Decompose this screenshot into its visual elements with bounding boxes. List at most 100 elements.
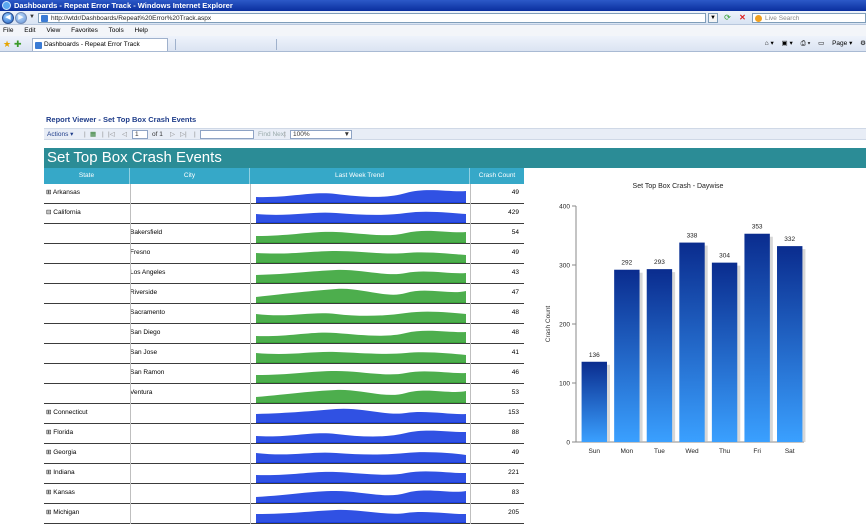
header-crash-count[interactable]: Crash Count <box>470 168 524 184</box>
last-page-icon[interactable]: ▷| <box>180 129 187 140</box>
print-icon[interactable]: ⎙ ▾ <box>801 40 811 47</box>
state-cell[interactable]: ⊟ California <box>46 204 81 222</box>
table-row: Sacramento 48 <box>44 304 524 324</box>
crash-count-cell: 48 <box>511 329 519 336</box>
menu-help[interactable]: Help <box>135 27 148 34</box>
state-cell[interactable]: ⊞ Indiana <box>46 464 75 482</box>
table-row: ⊞ Michigan 205 <box>44 504 524 524</box>
url-input[interactable]: http://wtdr/Dashboards/Repeat%20Error%20… <box>38 13 706 23</box>
find-input[interactable] <box>200 130 254 139</box>
forward-button[interactable]: ▶ <box>15 12 27 24</box>
tools-menu-icon[interactable]: ⚙ <box>860 40 866 47</box>
menu-favorites[interactable]: Favorites <box>71 27 98 34</box>
sparkline-trend <box>256 190 466 203</box>
zoom-value: 100% <box>293 131 310 138</box>
state-cell[interactable]: ⊞ Connecticut <box>46 404 88 422</box>
favorites-star-icon[interactable]: ★ <box>3 39 11 49</box>
crash-count-cell: 48 <box>511 309 519 316</box>
menu-edit[interactable]: Edit <box>24 27 35 34</box>
menu-view[interactable]: View <box>46 27 60 34</box>
bar-wed <box>679 242 705 442</box>
state-cell[interactable]: ⊞ Michigan <box>46 504 79 522</box>
back-button[interactable]: ◀ <box>2 12 14 24</box>
table-row: ⊞ Indiana 221 <box>44 464 524 484</box>
table-row: Ventura 53 <box>44 384 524 404</box>
state-cell[interactable]: ⊞ Georgia <box>46 444 76 462</box>
table-row: Riverside 47 <box>44 284 524 304</box>
sparkline-area <box>256 330 466 343</box>
page-number-input[interactable]: 1 <box>132 130 148 139</box>
sparkline-area <box>256 430 466 443</box>
prev-page-icon[interactable]: ◁ <box>122 129 127 140</box>
header-state[interactable]: State <box>44 168 130 184</box>
address-bar: ◀ ▶ ▼ http://wtdr/Dashboards/Repeat%20Er… <box>0 11 866 25</box>
toolbar-divider: | <box>84 131 86 138</box>
crash-count-cell: 49 <box>511 249 519 256</box>
page-menu[interactable]: ▭ Page ▾ <box>818 40 852 47</box>
feeds-icon[interactable]: ▣ ▾ <box>782 40 793 47</box>
refresh-icon[interactable]: ⟳ <box>722 13 733 23</box>
bar-value-label: 353 <box>752 224 763 231</box>
zoom-select[interactable]: 100% ▼ <box>290 130 352 139</box>
city-cell: Fresno <box>130 249 151 256</box>
header-trend[interactable]: Last Week Trend <box>250 168 470 184</box>
state-cell[interactable]: ⊞ Florida <box>46 424 73 442</box>
table-header: State City Last Week Trend Crash Count <box>44 168 524 184</box>
command-bar: ⌂ ▾ ▣ ▾ ⎙ ▾ ▭ Page ▾ ⚙ <box>759 39 866 49</box>
menu-file[interactable]: File <box>3 27 13 34</box>
find-next-link[interactable]: Find Next <box>258 129 286 140</box>
tab-title: Dashboards - Repeat Error Track <box>44 41 140 48</box>
city-cell: San Jose <box>130 349 158 356</box>
bar-mon <box>614 269 640 442</box>
table-row: ⊟ California 429 <box>44 204 524 224</box>
bar-value-label: 292 <box>621 260 632 267</box>
sparkline-area <box>256 408 466 423</box>
actions-menu[interactable]: Actions ▾ <box>47 129 73 140</box>
bar-sun <box>581 361 607 442</box>
export-icon[interactable]: ▦ <box>90 129 96 140</box>
stop-icon[interactable]: ✕ <box>737 13 748 23</box>
crash-count-cell: 46 <box>511 369 519 376</box>
column-divider <box>130 184 131 524</box>
header-city[interactable]: City <box>130 168 250 184</box>
home-icon[interactable]: ⌂ ▾ <box>765 40 774 47</box>
state-cell[interactable]: ⊞ Arkansas <box>46 184 80 202</box>
url-dropdown-icon[interactable]: ▼ <box>708 13 718 23</box>
x-tick-label: Sun <box>588 448 600 455</box>
sparkline-trend <box>256 288 466 303</box>
table-row: San Ramon 46 <box>44 364 524 384</box>
crash-count-cell: 153 <box>508 409 519 416</box>
sparkline-area <box>256 371 466 383</box>
next-page-icon[interactable]: ▷ <box>170 129 175 140</box>
city-cell: Ventura <box>130 389 153 396</box>
crash-count-cell: 53 <box>511 389 519 396</box>
sparkline-area <box>256 351 466 363</box>
crash-count-cell: 54 <box>511 229 519 236</box>
sparkline-trend <box>256 230 466 243</box>
window-title-bar: Dashboards - Repeat Error Track - Window… <box>0 0 866 11</box>
search-input[interactable]: Live Search <box>752 13 866 23</box>
city-cell: Bakersfield <box>130 229 163 236</box>
tab-dashboards[interactable]: Dashboards - Repeat Error Track <box>32 38 168 51</box>
crash-count-cell: 49 <box>511 449 519 456</box>
crash-count-cell: 205 <box>508 509 519 516</box>
page-menu-label: Page <box>832 40 848 47</box>
table-row: ⊞ Arkansas 49 <box>44 184 524 204</box>
sparkline-trend <box>256 430 466 443</box>
crash-count-cell: 49 <box>511 189 519 196</box>
nav-dropdown-icon[interactable]: ▼ <box>29 14 35 22</box>
sparkline-area <box>256 311 466 323</box>
bar-sat <box>777 246 803 442</box>
dashboard-banner: Set Top Box Crash Events <box>44 148 866 168</box>
toolbar-divider: | <box>284 131 286 138</box>
city-cell: Sacramento <box>130 309 166 316</box>
chart-title: Set Top Box Crash - Daywise <box>633 183 724 190</box>
first-page-icon[interactable]: |◁ <box>108 129 115 140</box>
sparkline-trend <box>256 408 466 423</box>
sparkline-area <box>256 251 466 263</box>
column-divider <box>250 184 251 524</box>
menu-tools[interactable]: Tools <box>109 27 124 34</box>
table-row: ⊞ Kansas 83 <box>44 484 524 504</box>
add-favorites-icon[interactable]: ✚ <box>14 39 22 49</box>
state-cell[interactable]: ⊞ Kansas <box>46 484 75 502</box>
